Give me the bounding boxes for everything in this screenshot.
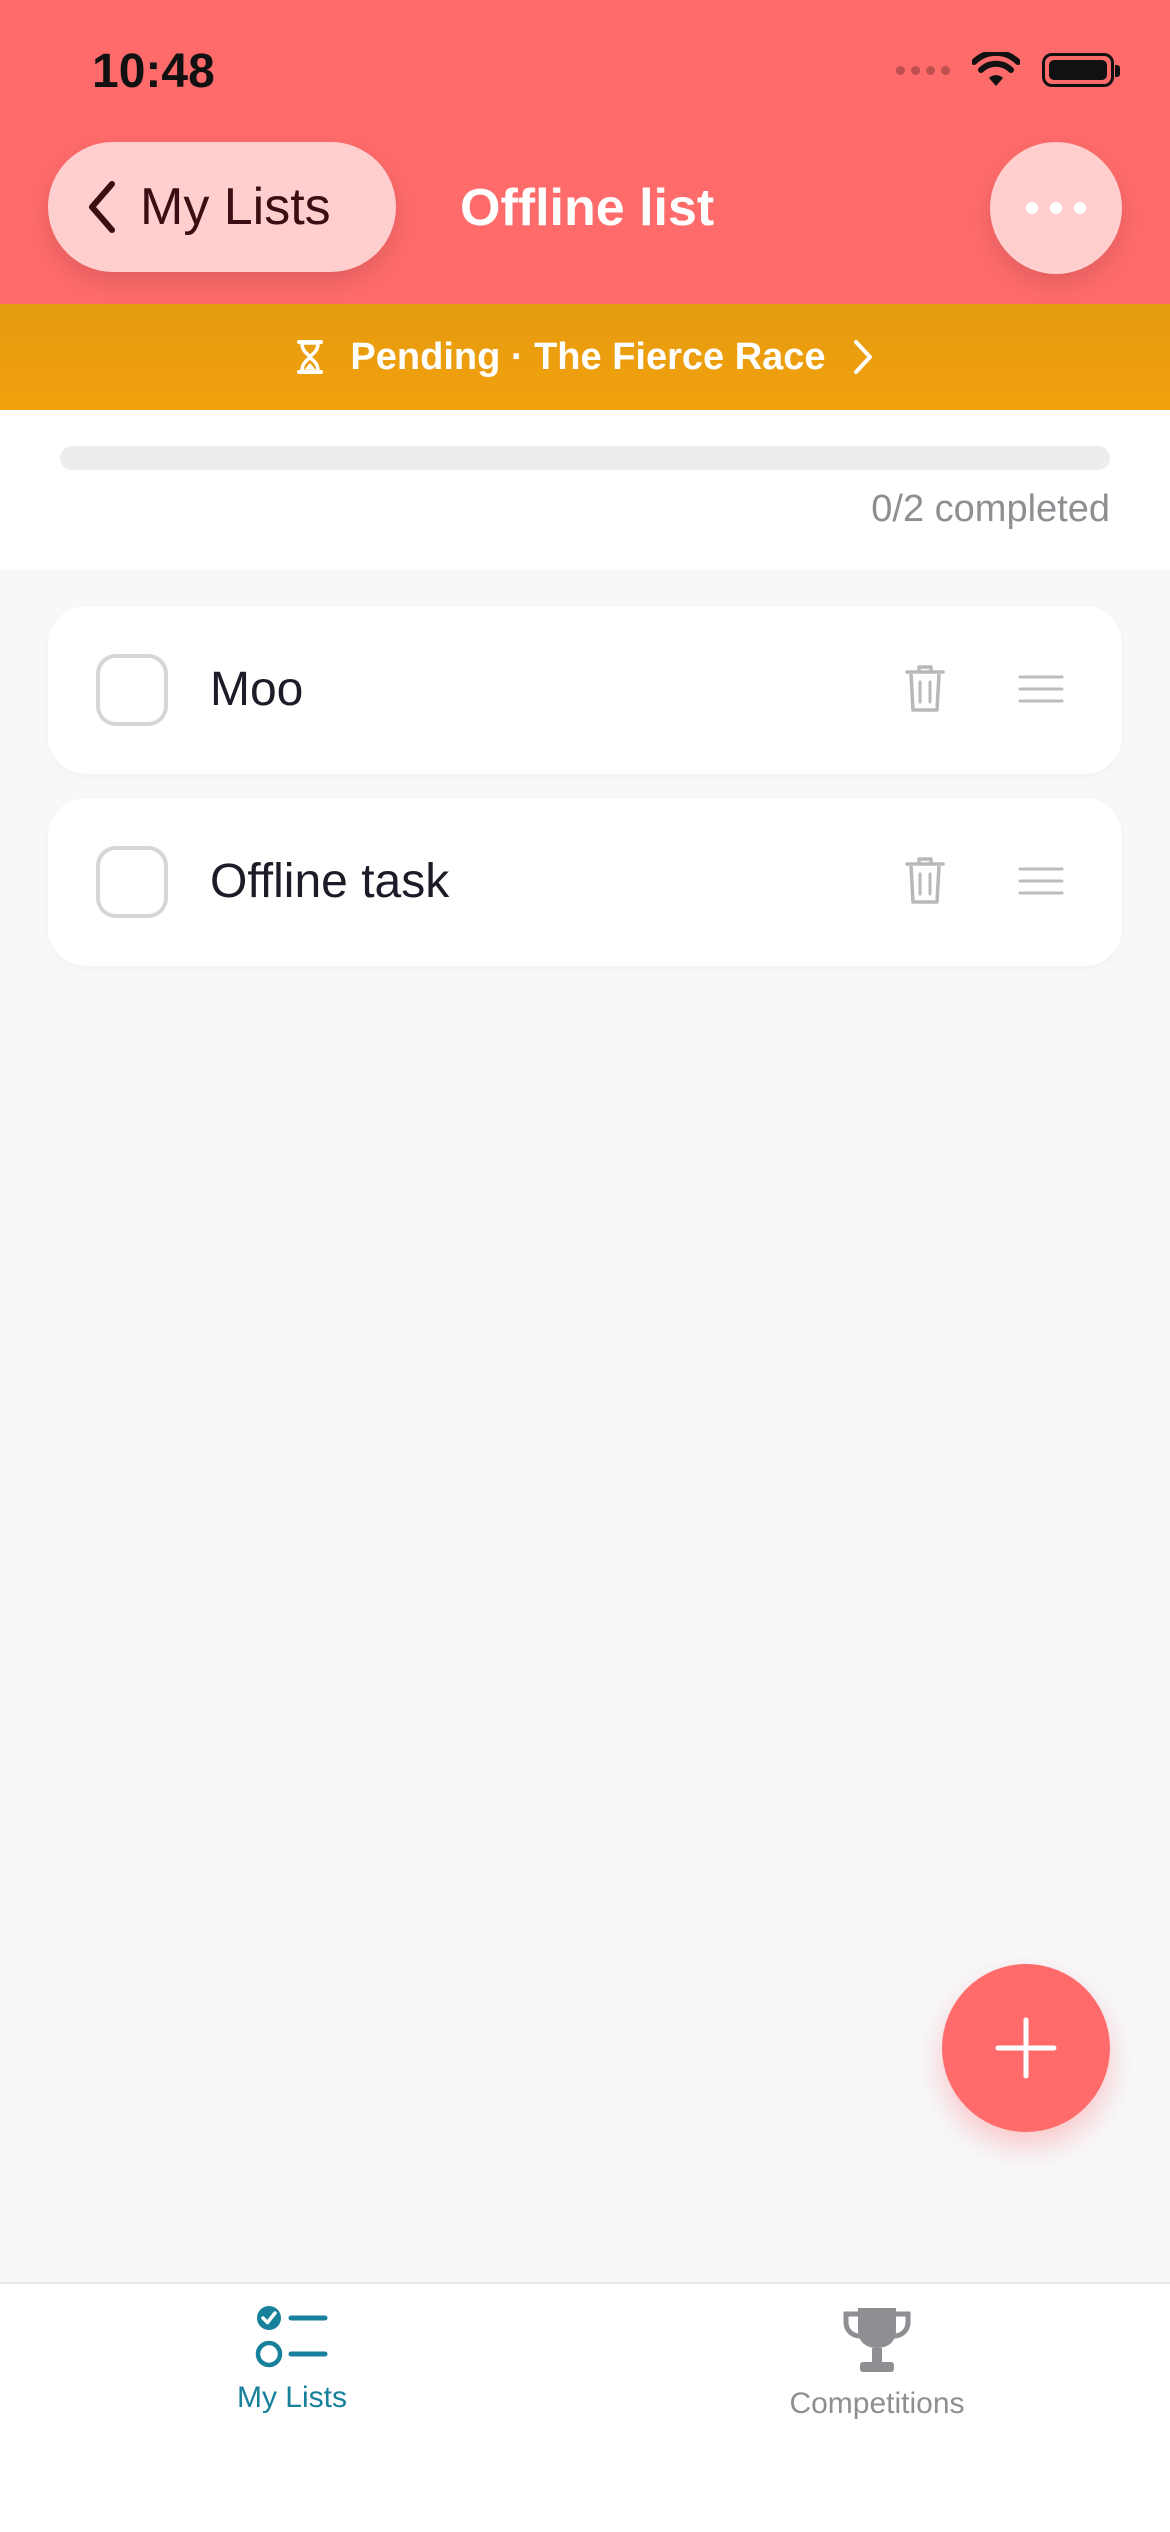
task-label[interactable]: Moo: [210, 662, 303, 717]
progress-label: 0/2 completed: [871, 488, 1110, 530]
status-icons: [896, 52, 1120, 88]
trash-icon[interactable]: [903, 662, 947, 714]
progress-bar: [60, 446, 1110, 470]
list-check-icon: [255, 2306, 328, 2368]
plus-icon: [995, 2017, 1057, 2079]
tab-bar: My Lists Competitions: [0, 2282, 1170, 2532]
tab-competitions[interactable]: Competitions: [727, 2304, 1027, 2421]
hourglass-icon: [297, 340, 324, 374]
status-time: 10:48: [92, 45, 215, 98]
back-button[interactable]: My Lists: [48, 142, 396, 272]
task-card[interactable]: Moo: [48, 606, 1122, 774]
more-options-button[interactable]: [990, 142, 1122, 274]
back-button-label: My Lists: [140, 178, 331, 236]
chevron-right-icon: [853, 340, 872, 374]
trash-icon[interactable]: [903, 854, 947, 906]
add-task-button[interactable]: [942, 1964, 1110, 2132]
battery-icon: [1042, 53, 1120, 87]
task-card[interactable]: Offline task: [48, 798, 1122, 966]
wifi-icon: [972, 52, 1020, 86]
tab-my-lists-label: My Lists: [236, 2381, 347, 2414]
more-dot-icon: [1050, 202, 1062, 214]
task-label[interactable]: Offline task: [210, 854, 449, 909]
tab-my-lists[interactable]: My Lists: [142, 2304, 442, 2415]
header-bar: 10:48 My Lists Offline list: [0, 0, 1170, 304]
tab-competitions-label: Competitions: [789, 2387, 965, 2420]
cellular-signal-icon: [896, 65, 950, 75]
drag-handle-icon[interactable]: [1018, 674, 1064, 704]
task-checkbox[interactable]: [96, 846, 168, 918]
task-checkbox[interactable]: [96, 654, 168, 726]
trophy-icon: [843, 2308, 911, 2372]
progress-section: 0/2 completed: [0, 410, 1170, 570]
chevron-left-icon: [89, 181, 115, 233]
banner-text: Pending · The Fierce Race: [350, 335, 826, 378]
competition-status-banner[interactable]: Pending · The Fierce Race: [0, 304, 1170, 410]
page-title: Offline list: [460, 179, 715, 237]
more-dot-icon: [1074, 202, 1086, 214]
more-dot-icon: [1026, 202, 1038, 214]
drag-handle-icon[interactable]: [1018, 866, 1064, 896]
